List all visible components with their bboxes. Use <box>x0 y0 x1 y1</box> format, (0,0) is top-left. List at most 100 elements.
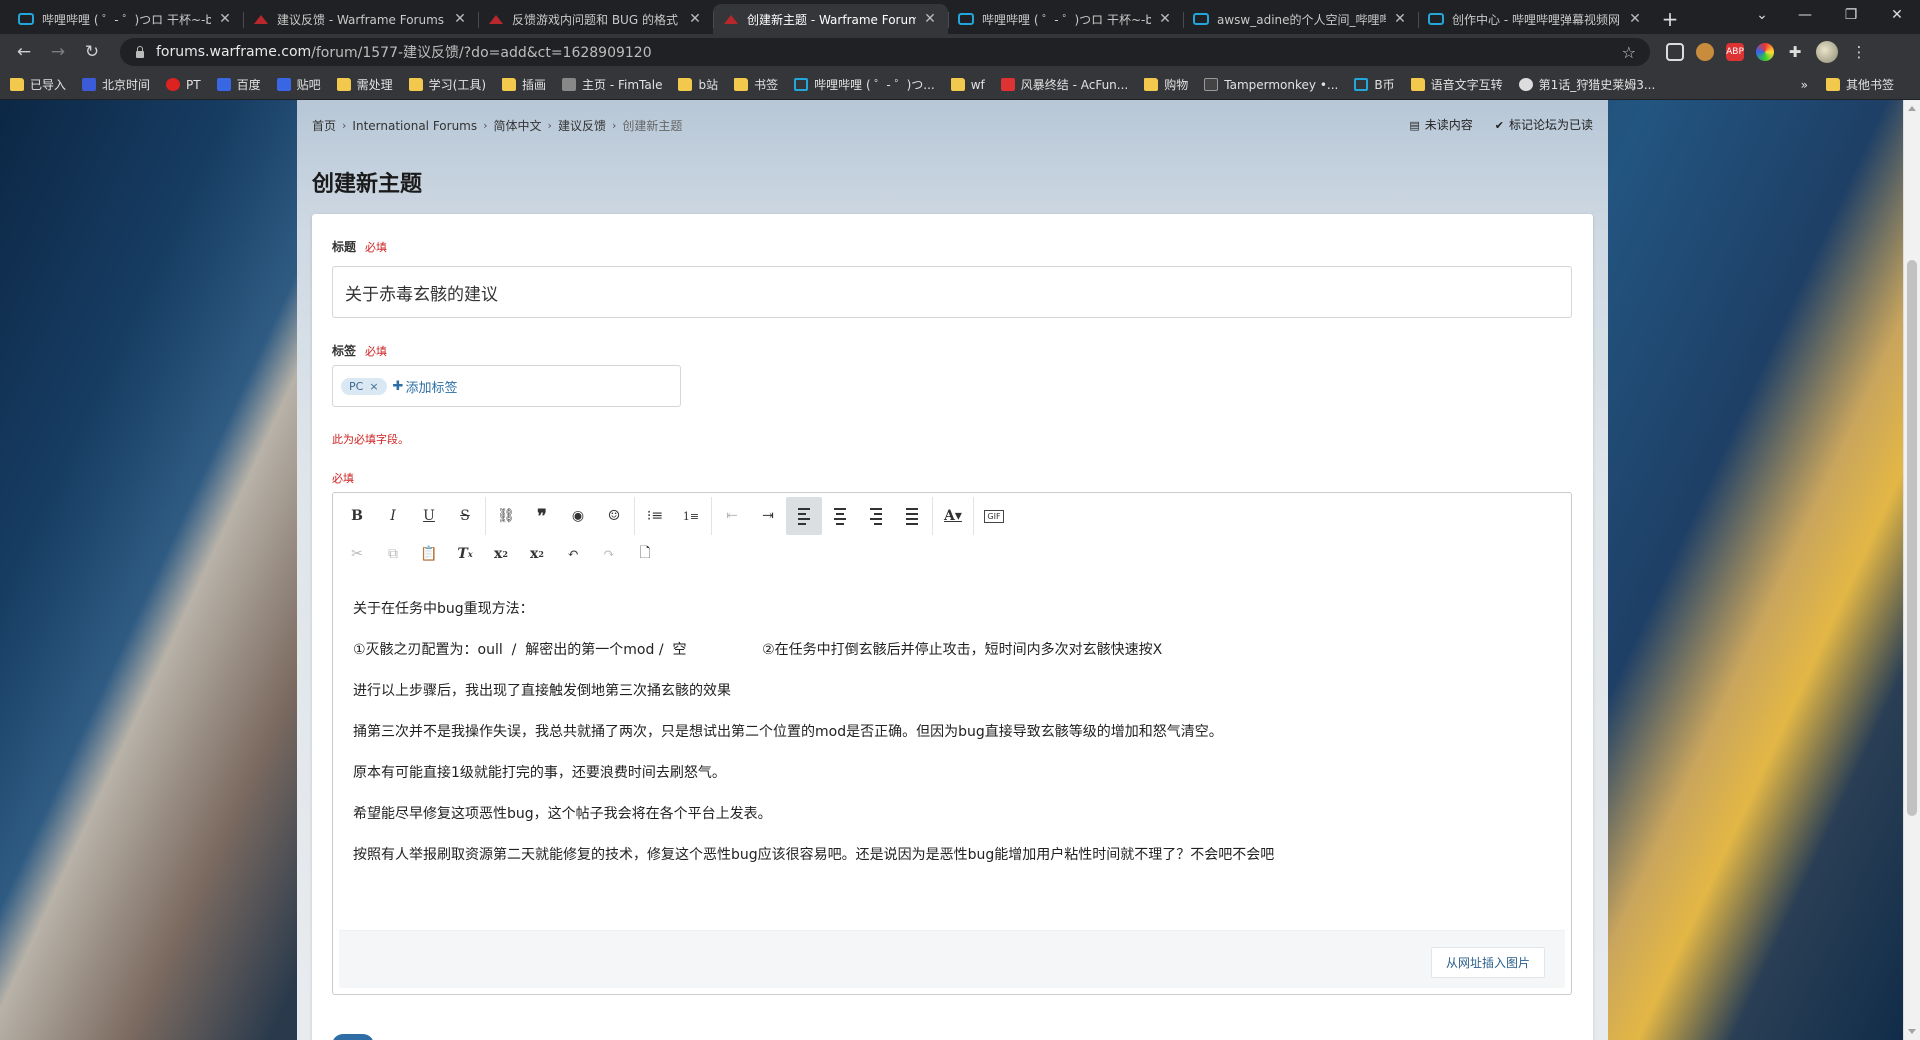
other-bookmarks[interactable]: 其他书签 <box>1825 76 1894 93</box>
scroll-up-icon[interactable] <box>1908 106 1916 111</box>
bookmark-item[interactable]: 第1话_狩猎史莱姆3... <box>1518 76 1655 93</box>
bookmark-item[interactable]: B币 <box>1354 76 1395 93</box>
bookmark-item[interactable]: 已导入 <box>10 76 66 93</box>
profile-avatar[interactable] <box>1816 41 1838 63</box>
bookmark-item[interactable]: 学习(工具) <box>408 76 486 93</box>
restore-icon[interactable]: ❐ <box>1828 7 1874 23</box>
scroll-thumb[interactable] <box>1907 260 1917 816</box>
bookmark-item[interactable]: 贴吧 <box>276 76 321 93</box>
bold-button[interactable]: B <box>339 497 375 535</box>
copy-button[interactable]: ⧉ <box>375 535 411 573</box>
align-left-button[interactable] <box>786 497 822 535</box>
insert-image-url-button[interactable]: 从网址插入图片 <box>1430 947 1545 978</box>
bookmark-item[interactable]: 百度 <box>216 76 261 93</box>
bookmark-star-icon[interactable]: ☆ <box>1622 43 1636 62</box>
preview-button[interactable]: 🗋 <box>627 535 663 573</box>
rich-text-editor[interactable]: B I U S ⛓ ❞ ◉ ☺ ⁝≡ 1≡ ⇤ ⇥ A▾ GIF ✂ ⧉ 📋 T… <box>332 492 1572 995</box>
browser-tab-4-active[interactable]: 创建新主题 - Warframe Forum ✕ <box>713 4 948 34</box>
browser-tab-3[interactable]: 反馈游戏内问题和 BUG 的格式 ✕ <box>478 4 713 34</box>
close-icon[interactable]: ✕ <box>1157 11 1173 27</box>
remove-format-button[interactable]: Tx <box>447 535 483 573</box>
breadcrumb-feedback[interactable]: 建议反馈 <box>558 117 606 134</box>
bookmark-item[interactable]: Tampermonkey •... <box>1204 78 1338 92</box>
browser-tab-2[interactable]: 建议反馈 - Warframe Forums ✕ <box>243 4 478 34</box>
minimize-icon[interactable]: — <box>1782 7 1828 23</box>
forward-button[interactable]: → <box>44 42 72 62</box>
bookmark-item[interactable]: 购物 <box>1144 76 1188 93</box>
close-icon[interactable]: ✕ <box>452 11 468 27</box>
close-icon[interactable]: ✕ <box>922 11 938 27</box>
page-scrollbar[interactable] <box>1903 100 1920 1040</box>
browser-tab-5[interactable]: 哔哩哔哩 ( ゜- ゜)つロ 干杯~-bili ✕ <box>948 4 1183 34</box>
emoji-button[interactable]: ☺ <box>596 497 632 535</box>
remove-tag-icon[interactable]: × <box>369 380 378 393</box>
browser-tab-1[interactable]: 哔哩哔哩 ( ゜- ゜)つロ 干杯~-bili ✕ <box>8 4 243 34</box>
editor-content[interactable]: 关于在任务中bug重现方法： ①灭骸之刃配置为：oull / 解密出的第一个mo… <box>353 599 1553 886</box>
toolbar-divider <box>485 497 486 535</box>
title-input[interactable]: 关于赤毒玄骸的建议 <box>332 266 1572 318</box>
follow-toggle[interactable] <box>332 1034 374 1040</box>
reload-button[interactable]: ↻ <box>78 42 106 62</box>
bookmark-item[interactable]: 主页 - FimTale <box>562 76 662 93</box>
more-bookmarks-button[interactable]: » <box>1801 78 1808 92</box>
new-tab-button[interactable]: + <box>1653 4 1687 34</box>
menu-icon[interactable]: ⋮ <box>1850 43 1868 61</box>
paste-button[interactable]: 📋 <box>411 535 447 573</box>
unread-content-link[interactable]: ▤ 未读内容 <box>1409 116 1472 133</box>
color-extension-icon[interactable] <box>1756 43 1774 61</box>
font-color-button[interactable]: A▾ <box>935 497 971 535</box>
close-icon[interactable]: ✕ <box>217 11 233 27</box>
close-window-icon[interactable]: ✕ <box>1874 7 1920 23</box>
undo-button[interactable]: ↶ <box>555 535 591 573</box>
browser-tab-7[interactable]: 创作中心 - 哔哩哔哩弹幕视频网 ✕ <box>1418 4 1653 34</box>
bookmark-item[interactable]: b站 <box>678 76 718 93</box>
bookmark-item[interactable]: 需处理 <box>336 76 393 93</box>
numbered-list-button[interactable]: 1≡ <box>673 497 709 535</box>
mark-read-link[interactable]: ✔ 标记论坛为已读 <box>1495 116 1593 133</box>
subscript-button[interactable]: x2 <box>519 535 555 573</box>
align-right-button[interactable] <box>858 497 894 535</box>
add-tag-button[interactable]: ✚ 添加标签 <box>393 377 458 396</box>
justify-button[interactable] <box>894 497 930 535</box>
spoiler-eye-button[interactable]: ◉ <box>560 497 596 535</box>
puzzle-icon[interactable]: ✚ <box>1786 43 1804 61</box>
content-line: 进行以上步骤后，我出现了直接触发倒地第三次捅玄骸的效果 <box>353 683 731 699</box>
bookmark-item[interactable]: 北京时间 <box>82 76 150 93</box>
italic-button[interactable]: I <box>375 497 411 535</box>
close-icon[interactable]: ✕ <box>687 11 703 27</box>
breadcrumb-chinese[interactable]: 简体中文 <box>494 117 542 134</box>
outdent-button[interactable]: ⇤ <box>714 497 750 535</box>
bulleted-list-button[interactable]: ⁝≡ <box>637 497 673 535</box>
lock-icon[interactable] <box>134 46 146 58</box>
bookmark-item[interactable]: 风暴终结 - AcFun... <box>1000 76 1128 93</box>
align-center-button[interactable] <box>822 497 858 535</box>
bookmark-item[interactable]: wf <box>950 78 985 92</box>
breadcrumb-home[interactable]: 首页 <box>312 117 336 134</box>
breadcrumb-international[interactable]: International Forums <box>352 119 477 133</box>
bookmark-item[interactable]: 书签 <box>734 76 778 93</box>
scroll-down-icon[interactable] <box>1908 1029 1916 1034</box>
gif-button[interactable]: GIF <box>976 497 1012 535</box>
tab-search-icon[interactable]: ⌄ <box>1742 7 1782 23</box>
close-icon[interactable]: ✕ <box>1627 11 1643 27</box>
bookmark-item[interactable]: 插画 <box>502 76 546 93</box>
extension-icon[interactable] <box>1666 43 1684 61</box>
quote-button[interactable]: ❞ <box>524 497 560 535</box>
bookmark-item[interactable]: 语音文字互转 <box>1410 76 1503 93</box>
cut-button[interactable]: ✂ <box>339 535 375 573</box>
indent-button[interactable]: ⇥ <box>750 497 786 535</box>
underline-button[interactable]: U <box>411 497 447 535</box>
tags-input[interactable]: PC × ✚ 添加标签 <box>332 365 681 407</box>
strikethrough-button[interactable]: S <box>447 497 483 535</box>
cookie-extension-icon[interactable] <box>1696 43 1714 61</box>
close-icon[interactable]: ✕ <box>1392 11 1408 27</box>
superscript-button[interactable]: x2 <box>483 535 519 573</box>
redo-button[interactable]: ↷ <box>591 535 627 573</box>
link-button[interactable]: ⛓ <box>488 497 524 535</box>
browser-tab-6[interactable]: awsw_adine的个人空间_哔哩哔 ✕ <box>1183 4 1418 34</box>
bookmark-item[interactable]: PT <box>166 78 201 92</box>
back-button[interactable]: ← <box>10 42 38 62</box>
address-bar[interactable]: forums.warframe.com/forum/1577-建议反馈/?do=… <box>120 38 1650 66</box>
bookmark-item[interactable]: 哔哩哔哩 ( ゜- ゜)つ... <box>794 76 935 93</box>
abp-extension-icon[interactable]: ABP <box>1726 43 1744 61</box>
